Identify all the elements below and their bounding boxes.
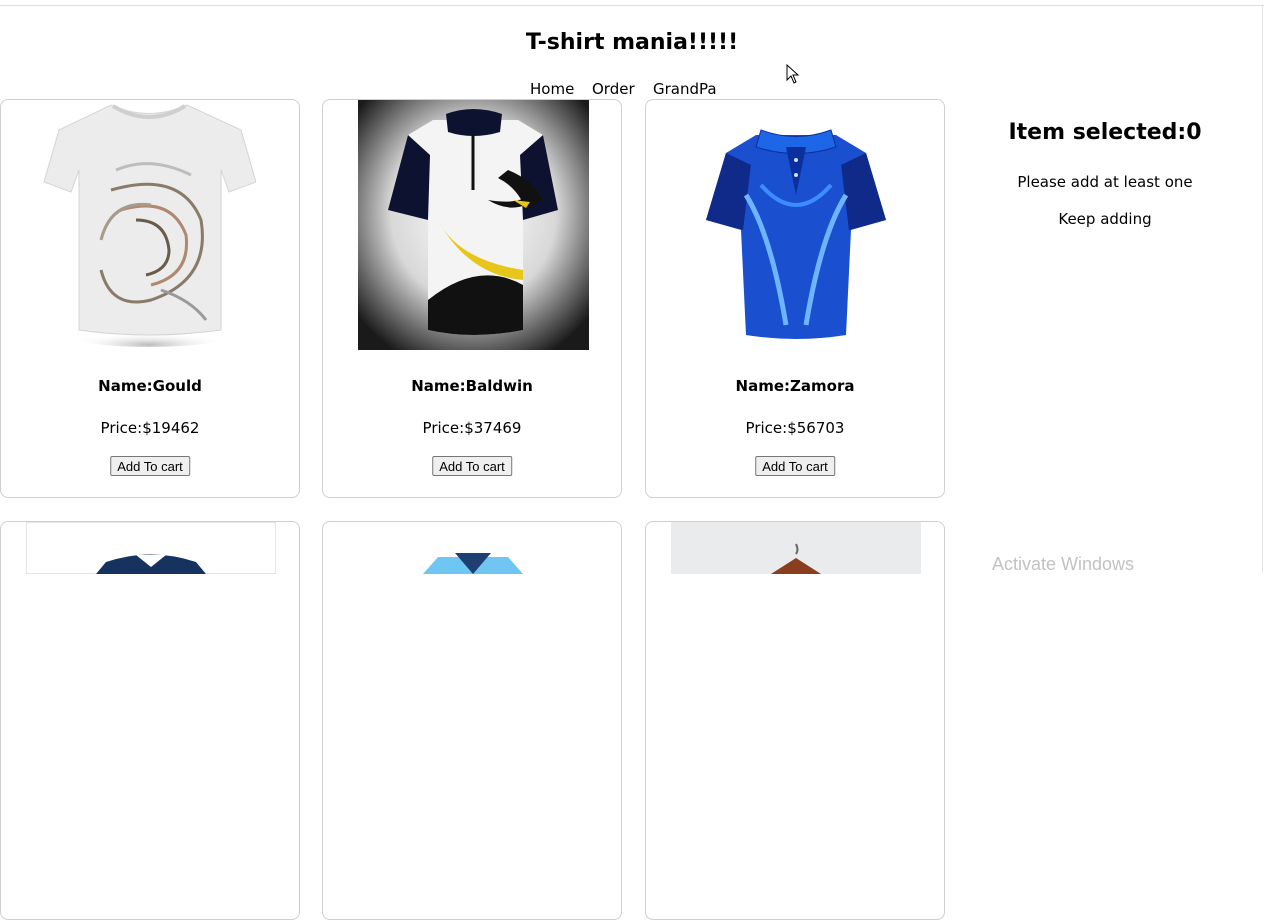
nav-link-home[interactable]: Home bbox=[530, 80, 574, 98]
cart-hint: Please add at least one bbox=[1017, 173, 1193, 191]
nav-link-grandpa[interactable]: GrandPa bbox=[653, 80, 717, 98]
windows-activation-watermark: Activate Windows bbox=[992, 554, 1135, 574]
product-price: Price:$56703 bbox=[745, 419, 845, 437]
product-image-partial bbox=[26, 522, 276, 574]
item-selected-count: Item selected:0 bbox=[1008, 120, 1202, 145]
product-image-baldwin bbox=[358, 100, 589, 350]
add-to-cart-button[interactable]: Add To cart bbox=[110, 456, 190, 476]
page-title: T-shirt mania!!!!! bbox=[525, 30, 739, 55]
scrollbar-track[interactable] bbox=[1262, 6, 1263, 573]
product-card: Name:Zamora Price:$56703 Add To cart bbox=[645, 99, 945, 498]
cart-summary: Item selected:0 Please add at least one … bbox=[960, 120, 1250, 228]
product-card bbox=[322, 521, 622, 920]
header-divider bbox=[0, 5, 1264, 6]
add-to-cart-button[interactable]: Add To cart bbox=[755, 456, 835, 476]
product-card bbox=[0, 521, 300, 920]
nav-link-order[interactable]: Order bbox=[592, 80, 635, 98]
product-image-zamora bbox=[706, 129, 886, 339]
product-card: Name:Gould Price:$19462 Add To cart bbox=[0, 99, 300, 498]
product-price: Price:$37469 bbox=[422, 419, 522, 437]
product-name: Name:Gould bbox=[98, 377, 202, 395]
product-card bbox=[645, 521, 945, 920]
product-image-partial bbox=[423, 553, 523, 574]
cart-status: Keep adding bbox=[1058, 210, 1152, 228]
product-image-gould bbox=[43, 104, 256, 347]
add-to-cart-button[interactable]: Add To cart bbox=[432, 456, 512, 476]
product-image-partial bbox=[671, 522, 921, 574]
product-name: Name:Zamora bbox=[735, 377, 855, 395]
product-name: Name:Baldwin bbox=[411, 377, 533, 395]
product-card: Name:Baldwin Price:$37469 Add To cart bbox=[322, 99, 622, 498]
mouse-pointer-icon bbox=[786, 64, 800, 84]
product-price: Price:$19462 bbox=[100, 419, 200, 437]
